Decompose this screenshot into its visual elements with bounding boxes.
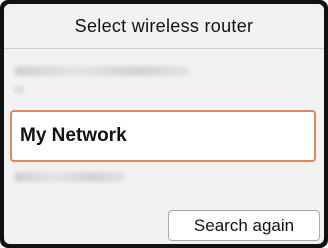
network-item-label: My Network bbox=[20, 125, 127, 146]
search-again-button[interactable]: Search again bbox=[168, 210, 320, 241]
network-item-blurred[interactable] bbox=[14, 66, 190, 76]
page-title: Select wireless router bbox=[4, 4, 324, 49]
panel: Select wireless router My Network Search… bbox=[4, 4, 324, 244]
network-item-blurred[interactable] bbox=[14, 172, 126, 182]
network-item-selected[interactable]: My Network bbox=[10, 110, 316, 162]
printer-screen: Select wireless router My Network Search… bbox=[0, 0, 328, 248]
search-again-label: Search again bbox=[193, 215, 295, 235]
network-item-blurred-sub bbox=[14, 86, 24, 94]
